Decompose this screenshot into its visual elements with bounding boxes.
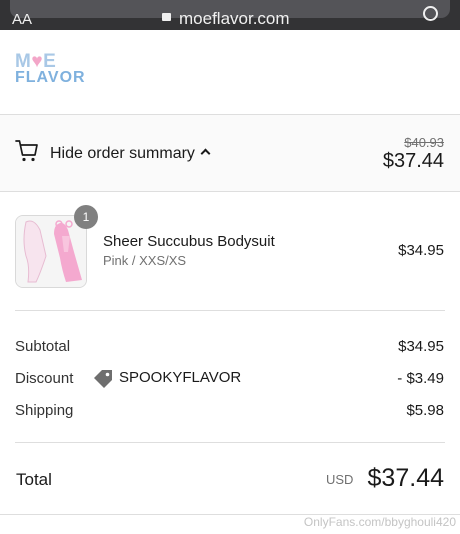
logo-line-2: FLAVOR <box>15 69 86 86</box>
cart-icon <box>15 140 38 162</box>
quantity-badge: 1 <box>74 205 98 229</box>
url-text[interactable]: moeflavor.com <box>179 10 290 27</box>
product-image <box>15 215 87 288</box>
discount-code-text: SPOOKYFLAVOR <box>119 369 242 386</box>
browser-address-bar: AA moeflavor.com <box>0 0 460 30</box>
hide-order-summary-label: Hide order summary <box>50 145 195 162</box>
product-variant: Pink / XXS/XS <box>103 253 187 268</box>
currency-code: USD <box>326 472 354 487</box>
text-size-button[interactable]: AA <box>12 12 32 27</box>
product-price: $34.95 <box>398 242 444 259</box>
product-name: Sheer Succubus Bodysuit <box>103 233 275 250</box>
bodysuit-thumbnail <box>16 216 86 287</box>
items-divider <box>15 310 445 311</box>
chevron-up-icon <box>200 148 211 159</box>
original-price: $40.93 <box>404 135 444 150</box>
watermark: OnlyFans.com/bbyghouli420 <box>303 515 456 529</box>
reload-icon[interactable] <box>423 6 438 21</box>
summary-total-price: $37.44 <box>382 150 444 172</box>
discount-value: - $3.49 <box>397 370 444 387</box>
discount-label: Discount <box>15 370 74 387</box>
store-logo[interactable]: M♥E FLAVOR <box>15 52 85 88</box>
subtotal-value: $34.95 <box>398 338 444 355</box>
lock-icon <box>162 13 171 21</box>
tag-icon <box>94 370 112 388</box>
total-value: $37.44 <box>367 464 444 492</box>
summary-divider <box>0 191 460 192</box>
total-label: Total <box>16 470 52 489</box>
shipping-label: Shipping <box>15 402 74 419</box>
shipping-value: $5.98 <box>406 402 444 419</box>
subtotal-label: Subtotal <box>15 338 71 355</box>
totals-divider <box>15 442 445 443</box>
hide-order-summary-link[interactable]: Hide order summary <box>50 145 211 163</box>
